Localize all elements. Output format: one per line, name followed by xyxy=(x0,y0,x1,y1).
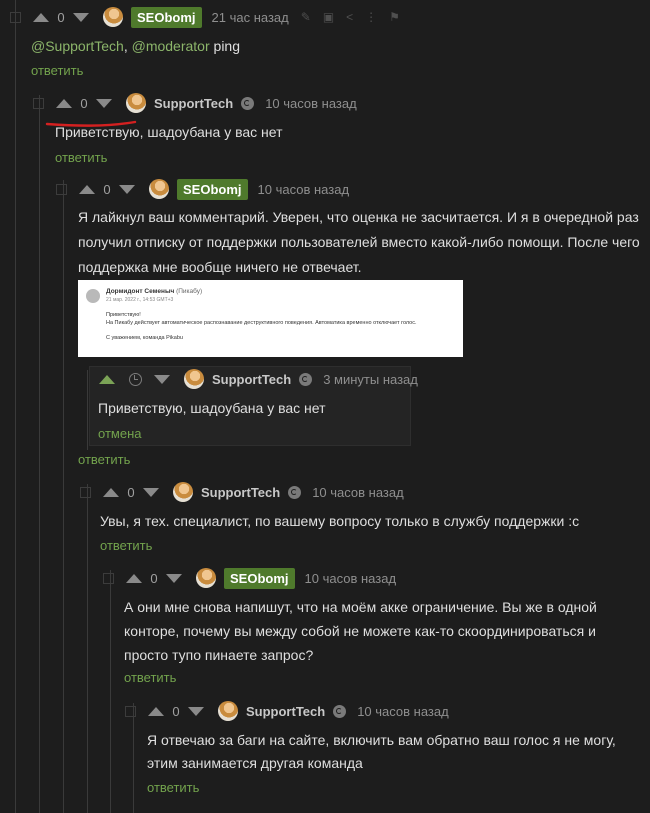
comment-score: 0 xyxy=(103,181,111,197)
upvote-icon[interactable] xyxy=(126,573,142,583)
comment-score: 0 xyxy=(80,95,88,111)
sender-name: Дормидонт Семеныч (Пикабу) xyxy=(106,288,203,295)
upvote-icon[interactable] xyxy=(103,487,119,497)
avatar[interactable] xyxy=(126,93,146,113)
downvote-icon[interactable] xyxy=(143,487,159,497)
comment-time[interactable]: 10 часов назад xyxy=(258,182,350,197)
attached-screenshot[interactable]: Дормидонт Семеныч (Пикабу) 21 мар. 2022 … xyxy=(78,280,463,357)
comment-text-line: этим занимается другая команда xyxy=(147,755,363,771)
message-date: 21 мар. 2022 г., 14:53 GMT+3 xyxy=(106,297,174,303)
downvote-icon[interactable] xyxy=(188,706,204,716)
downvote-icon[interactable] xyxy=(73,12,89,22)
thread-line xyxy=(110,570,111,813)
avatar[interactable] xyxy=(149,179,169,199)
avatar[interactable] xyxy=(184,369,204,389)
upvote-icon[interactable] xyxy=(79,184,95,194)
comment-text-line: получил отписку от поддержки пользовател… xyxy=(78,234,640,250)
avatar[interactable] xyxy=(196,568,216,588)
reply-button[interactable]: ответить xyxy=(100,538,152,553)
author-badge[interactable]: SEObomj xyxy=(224,567,295,589)
cancel-button[interactable]: отмена xyxy=(98,426,141,441)
collapse-toggle[interactable] xyxy=(80,486,91,498)
downvote-icon[interactable] xyxy=(96,98,112,108)
thread-line xyxy=(15,0,16,813)
staff-icon xyxy=(333,704,347,718)
comment-text: Увы, я тех. специалист, по вашему вопрос… xyxy=(100,513,580,529)
comment-header: 0 SupportTech 10 часов назад xyxy=(125,701,449,721)
comment-text: @SupportTech, @moderator ping xyxy=(31,38,240,54)
comment-text-line: поддержка мне вообще ничего не отвечает. xyxy=(78,259,362,275)
comment-header: 0 SupportTech 10 часов назад xyxy=(33,93,357,113)
reply-button[interactable]: ответить xyxy=(78,452,130,467)
collapse-toggle[interactable] xyxy=(56,183,67,195)
comment-time[interactable]: 10 часов назад xyxy=(305,571,397,586)
comment-text: Приветствую, шадоубана у вас нет xyxy=(98,400,326,416)
author-name[interactable]: SupportTech xyxy=(201,485,280,500)
author-badge[interactable]: SEObomj xyxy=(131,6,202,28)
upvote-icon[interactable] xyxy=(56,98,72,108)
comment-score: 0 xyxy=(172,703,180,719)
comment-text-line: Я отвечаю за баги на сайте, включить вам… xyxy=(147,732,616,748)
comment-text-line: конторе, почему вы между собой не можете… xyxy=(124,623,596,639)
collapse-toggle[interactable] xyxy=(103,572,114,584)
upvote-icon[interactable] xyxy=(99,374,115,384)
comment-text-line: просто тупо пинаете запрос? xyxy=(124,647,314,663)
comment-text: Приветствую, шадоубана у вас нет xyxy=(55,124,283,140)
comment-header: 0 SEObomj 10 часов назад xyxy=(56,178,350,200)
comment-score: 0 xyxy=(150,570,158,586)
link-icon[interactable]: ✎ xyxy=(301,10,311,24)
report-icon[interactable]: ⚑ xyxy=(389,10,400,24)
comment-time[interactable]: 3 минуты назад xyxy=(323,372,418,387)
comment-header: SupportTech 3 минуты назад xyxy=(99,369,418,389)
staff-icon xyxy=(241,96,255,110)
avatar[interactable] xyxy=(173,482,193,502)
downvote-icon[interactable] xyxy=(119,184,135,194)
comment-header: 0 SEObomj 21 час назад ✎ ▣ < ⋮ ⚑ xyxy=(10,6,400,28)
share-icon[interactable]: < xyxy=(346,10,353,24)
staff-icon xyxy=(288,485,302,499)
thread-line xyxy=(63,180,64,813)
collapse-toggle[interactable] xyxy=(10,11,21,23)
comment-score: 0 xyxy=(127,484,135,500)
mention-link[interactable]: @moderator xyxy=(132,38,210,54)
author-badge[interactable]: SEObomj xyxy=(177,178,248,200)
message-body: На Пикабу действует автоматическое распо… xyxy=(106,320,417,326)
message-sign: С уважением, команда Pikabu xyxy=(106,335,183,341)
clock-icon xyxy=(129,372,142,386)
author-name[interactable]: SupportTech xyxy=(154,96,233,111)
reply-button[interactable]: ответить xyxy=(124,670,176,685)
thread-line xyxy=(87,484,88,813)
avatar[interactable] xyxy=(218,701,238,721)
avatar[interactable] xyxy=(103,7,123,27)
message-greeting: Приветствую! xyxy=(106,312,141,318)
comment-time[interactable]: 10 часов назад xyxy=(357,704,449,719)
reply-button[interactable]: ответить xyxy=(55,150,107,165)
comment-text-line: А они мне снова напишут, что на моём акк… xyxy=(124,599,597,615)
comment-time[interactable]: 10 часов назад xyxy=(265,96,357,111)
collapse-toggle[interactable] xyxy=(125,705,136,717)
mention-link[interactable]: @SupportTech xyxy=(31,38,124,54)
comment-time[interactable]: 21 час назад xyxy=(212,10,289,25)
upvote-icon[interactable] xyxy=(148,706,164,716)
author-name[interactable]: SupportTech xyxy=(246,704,325,719)
comment-header: 0 SEObomj 10 часов назад xyxy=(103,567,397,589)
comment-text-line: Я лайкнул ваш комментарий. Уверен, что о… xyxy=(78,209,639,225)
reply-button[interactable]: ответить xyxy=(31,63,83,78)
comment-time[interactable]: 10 часов назад xyxy=(312,485,404,500)
downvote-icon[interactable] xyxy=(154,374,170,384)
author-name[interactable]: SupportTech xyxy=(212,372,291,387)
upvote-icon[interactable] xyxy=(33,12,49,22)
downvote-icon[interactable] xyxy=(166,573,182,583)
staff-icon xyxy=(299,372,313,386)
more-icon[interactable]: ⋮ xyxy=(365,10,377,24)
sender-avatar xyxy=(86,289,100,303)
comment-score: 0 xyxy=(57,9,65,25)
save-icon[interactable]: ▣ xyxy=(323,10,334,24)
collapse-toggle[interactable] xyxy=(33,97,44,109)
reply-button[interactable]: ответить xyxy=(147,780,199,795)
thread-line xyxy=(87,370,88,450)
comment-header: 0 SupportTech 10 часов назад xyxy=(80,482,404,502)
thread-line xyxy=(39,95,40,813)
